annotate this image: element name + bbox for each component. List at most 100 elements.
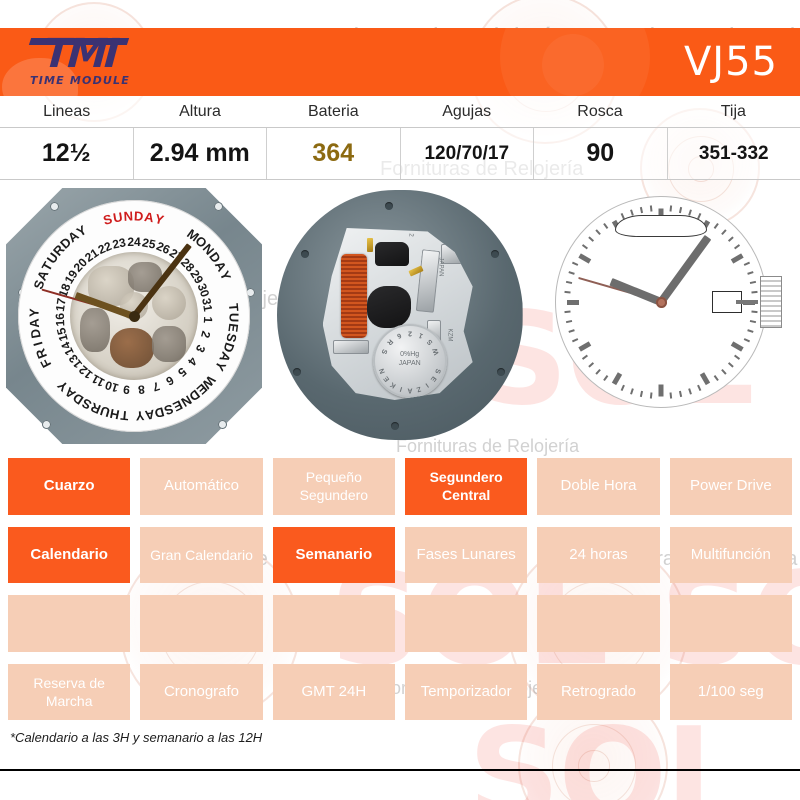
feature-tag-cronografo[interactable]: Cronografo — [140, 663, 263, 720]
banner-decor-circle — [542, 34, 604, 96]
footnote: *Calendario a las 3H y semanario a las 1… — [10, 730, 263, 745]
minute-tick — [728, 236, 735, 242]
feature-tag-semanario[interactable]: Semanario — [272, 526, 395, 583]
screw-icon — [50, 202, 59, 211]
movement-spec-sheet: SOL SOL SOL SOL Fornituras de Relojería … — [0, 0, 800, 800]
watch-dial — [555, 196, 783, 408]
feature-tag-peque-o-segundero[interactable]: Pequeño Segundero — [272, 458, 395, 515]
feature-tag-cuarzo[interactable]: Cuarzo — [8, 458, 131, 515]
feature-tag-temporizador[interactable]: Temporizador — [405, 663, 528, 720]
rotor-magnet — [366, 286, 411, 328]
feature-tag-empty[interactable] — [537, 595, 660, 652]
battery-char: A — [407, 386, 413, 394]
minute-tick — [572, 338, 579, 343]
minute-tick — [566, 319, 573, 324]
minute-tick — [747, 329, 754, 333]
feature-tag-gran-calendario[interactable]: Gran Calendario — [140, 526, 263, 583]
movement-back-image: 2 JAPAN KZM SR621SWSEIZAIKEN 0%Hg JAPAN — [267, 182, 534, 450]
plate-hole — [384, 202, 393, 210]
date-numeral: 9 — [122, 382, 131, 397]
hour-tick — [658, 384, 664, 396]
battery-char: I — [398, 385, 403, 393]
minute-tick — [650, 205, 653, 212]
feature-tag-power-drive[interactable]: Power Drive — [669, 458, 792, 515]
feature-tag-reserva-de-marcha[interactable]: Reserva de Marcha — [8, 663, 131, 720]
feature-tag-calendario[interactable]: Calendario — [8, 526, 131, 583]
weekday-char: Y — [26, 307, 42, 318]
date-numeral: 23 — [111, 235, 128, 252]
date-numeral: 7 — [150, 378, 162, 395]
minute-tick — [669, 392, 673, 399]
screw-icon — [218, 420, 227, 429]
battery-char: Z — [415, 384, 422, 393]
stem-icon — [736, 300, 759, 304]
minute-tick — [603, 375, 609, 382]
features-grid: Cuarzo Automático Pequeño Segundero Segunde… — [8, 458, 792, 720]
weekday-char: D — [27, 326, 44, 340]
spec-value-bateria: 364 — [266, 128, 400, 179]
feature-tag-empty[interactable] — [405, 595, 528, 652]
feature-tag-doble-hora[interactable]: Doble Hora — [537, 458, 660, 515]
weekday-char: Y — [134, 408, 145, 424]
spec-header-rosca: Rosca — [577, 102, 623, 120]
minute-tick — [688, 209, 693, 216]
coil-icon — [340, 254, 367, 338]
feature-tag-retrogrado[interactable]: Retrogrado — [537, 663, 660, 720]
metal-plate — [332, 340, 369, 354]
weekday-char: A — [26, 317, 43, 329]
ic-chip — [374, 242, 409, 266]
minute-tick — [679, 206, 683, 214]
plate-hole — [292, 368, 301, 376]
spec-value-altura: 2.94 mm — [132, 128, 267, 179]
date-numeral: 6 — [163, 372, 177, 389]
screw-icon — [42, 420, 51, 429]
battery-char: S — [425, 337, 435, 346]
minute-tick — [679, 390, 683, 398]
hour-tick — [612, 371, 623, 385]
center-pinion — [128, 310, 140, 322]
hour-tick — [567, 299, 580, 305]
battery-cell: SR621SWSEIZAIKEN 0%Hg JAPAN — [372, 324, 447, 398]
gear-icon — [110, 328, 154, 368]
circuit-block: 2 JAPAN KZM SR621SWSEIZAIKEN 0%Hg JAPAN — [322, 228, 473, 400]
minute-tick — [630, 388, 635, 395]
date-numeral: 31 — [199, 297, 216, 313]
movement-front-image: SUNDAYSATURDAYFRIDAYTHURSDAYWEDNESDAYTUE… — [0, 182, 267, 450]
minute-tick — [640, 390, 644, 398]
feature-tag-segundero-central[interactable]: Segundero Central — [405, 458, 528, 515]
minute-tick — [751, 290, 758, 294]
date-numeral: 5 — [175, 364, 190, 380]
battery-char: E — [382, 374, 391, 383]
plate-hole — [390, 422, 399, 430]
spec-header-tija: Tija — [720, 102, 746, 120]
battery-char: 2 — [407, 329, 412, 337]
hour-tick — [731, 252, 745, 264]
weekday-char: A — [143, 406, 156, 424]
logo-text: TMI — [41, 31, 119, 77]
minute-tick — [650, 392, 653, 399]
gear-icon — [152, 326, 186, 362]
feature-tag-multifunci-n[interactable]: Multifunción — [669, 526, 792, 583]
battery-char: E — [428, 374, 437, 383]
feature-tag-fases-lunares[interactable]: Fases Lunares — [405, 526, 528, 583]
feature-tag-empty[interactable] — [140, 595, 263, 652]
battery-char: K — [388, 380, 398, 390]
battery-char: 6 — [395, 331, 402, 340]
battery-char: R — [385, 337, 394, 347]
battery-chem: 0%Hg — [400, 351, 420, 358]
feature-tag-autom-tico[interactable]: Automático — [140, 458, 263, 515]
feature-tag-1-100-seg[interactable]: 1/100 seg — [669, 663, 792, 720]
feature-tag-empty[interactable] — [8, 595, 131, 652]
minute-tick — [750, 319, 757, 324]
feature-tag-gmt-24h[interactable]: GMT 24H — [272, 663, 395, 720]
minute-tick — [620, 384, 626, 392]
feature-tag-empty[interactable] — [272, 595, 395, 652]
plate-hole — [490, 250, 499, 258]
battery-char: I — [423, 381, 430, 389]
minute-tick — [588, 362, 595, 368]
hour-tick — [731, 340, 745, 352]
footer-divider — [0, 769, 800, 771]
feature-tag-24-horas[interactable]: 24 horas — [537, 526, 660, 583]
feature-tag-empty[interactable] — [669, 595, 792, 652]
minute-tick — [721, 229, 727, 236]
